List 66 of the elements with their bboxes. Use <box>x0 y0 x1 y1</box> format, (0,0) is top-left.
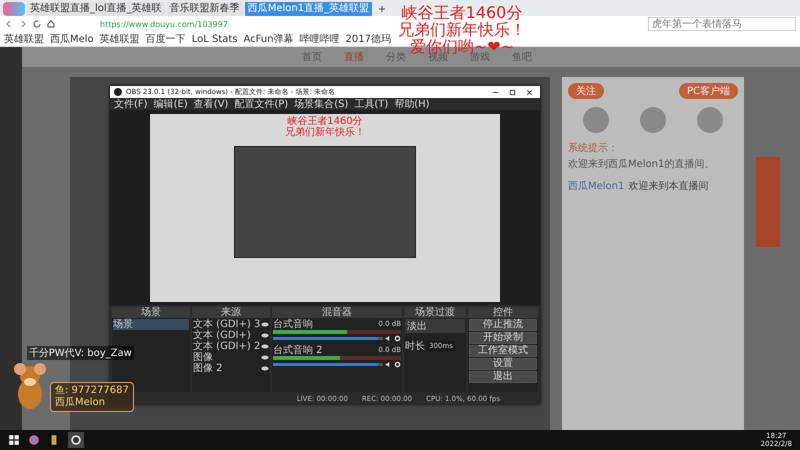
obs-app-icon[interactable] <box>68 432 84 448</box>
card-text: 西瓜Melon <box>55 397 106 409</box>
notice-text: 欢迎来到西瓜Melon1的直播间。 <box>568 158 716 171</box>
card-text: 鱼: 977277687 <box>55 385 129 396</box>
browser-tab[interactable]: 英雄联盟直播_lol直播_英雄联 <box>27 2 165 16</box>
channel-name: 台式音响 <box>273 319 313 330</box>
bookmark-link[interactable]: 百度一下 <box>146 32 186 46</box>
menu-item[interactable]: 工具(T) <box>354 97 388 111</box>
bookmark-link[interactable]: 哔哩哔哩 <box>300 32 340 46</box>
bookmark-link[interactable]: LoL Stats <box>192 34 238 44</box>
transition-dropdown[interactable]: 淡出 <box>405 319 465 333</box>
control-button[interactable]: 停止推流 <box>469 319 537 331</box>
dock-title: 混音器 <box>272 307 402 318</box>
dock-title: 场景 <box>112 307 190 318</box>
avatar-icon <box>696 107 723 133</box>
channel-name: 台式音响 2 <box>273 345 323 356</box>
refresh-icon[interactable] <box>32 19 42 29</box>
address-field[interactable]: https://www.douyu.com/103997 <box>60 20 400 28</box>
settings-icon[interactable] <box>394 335 401 342</box>
browser-tab[interactable]: 音乐联盟新春季 <box>166 2 243 16</box>
control-button[interactable]: 工作室模式 <box>469 345 537 357</box>
bookmark-link[interactable]: 英雄联盟 <box>100 32 140 46</box>
source-item[interactable]: 图像 <box>193 352 213 363</box>
avatar-icon <box>583 107 610 133</box>
source-item[interactable]: 文本 (GDI+) 3 <box>193 319 260 330</box>
menu-item[interactable]: 配置文件(P) <box>234 97 288 111</box>
preview-overlay-text: 兄弟们新年快乐！ <box>285 126 365 138</box>
dock-title: 控件 <box>468 307 538 318</box>
menu-item[interactable]: 编辑(E) <box>154 97 188 111</box>
control-button[interactable]: 开始录制 <box>469 332 537 344</box>
browser-logo-icon[interactable] <box>3 2 25 16</box>
bookmark-link[interactable]: 西瓜Melo <box>50 32 94 46</box>
close-icon[interactable] <box>526 88 533 96</box>
dock-title: 场景过渡 <box>404 307 466 318</box>
dock-title: 来源 <box>192 307 270 318</box>
browser-app-icon[interactable] <box>28 434 40 446</box>
follow-button[interactable]: 关注 <box>568 83 604 99</box>
bookmark-link[interactable]: 2017德玛 <box>346 32 391 46</box>
plus-icon[interactable] <box>378 5 386 13</box>
duration-label: 时长 <box>405 340 425 353</box>
settings-icon[interactable] <box>394 361 401 368</box>
source-item[interactable]: 图像 2 <box>193 363 223 374</box>
client-download-button[interactable]: PC客户端 <box>678 83 738 99</box>
control-button[interactable]: 设置 <box>469 358 537 370</box>
chat-message: 欢迎来到本直播间 <box>628 180 708 193</box>
preview-overlay-text: 峡谷王者1460分 <box>286 116 364 126</box>
menu-item[interactable]: 文件(F) <box>114 97 148 111</box>
obs-logo-icon <box>114 88 122 96</box>
menu-item[interactable]: 查看(V) <box>194 97 228 111</box>
windows-start-icon[interactable] <box>8 434 20 446</box>
home-icon[interactable] <box>46 19 56 29</box>
stream-overlay-text: 峡谷王者1460分 <box>402 4 522 21</box>
menu-item[interactable]: 帮助(H) <box>394 97 430 111</box>
stream-overlay-text: 兄弟们新年快乐！ <box>398 21 526 38</box>
bookmark-link[interactable]: AcFun弹幕 <box>243 32 294 46</box>
notice-label: 系统提示： <box>568 142 619 155</box>
menu-item[interactable]: 场景集合(S) <box>294 97 348 111</box>
source-item[interactable]: 文本 (GDI+) 2 <box>193 341 260 352</box>
avatar-icon <box>640 107 666 133</box>
stream-caption: 千分PW代V: boy_Zaw <box>26 346 134 360</box>
search-field[interactable]: 虎年第一个表情落马 <box>648 17 796 31</box>
source-item[interactable]: 文本 (GDI+) <box>193 330 251 341</box>
maximize-icon[interactable] <box>509 88 516 96</box>
bookmark-link[interactable]: 英雄联盟 <box>4 32 44 46</box>
scene-item[interactable]: 场景 <box>113 319 189 330</box>
control-button[interactable]: 退出 <box>469 371 537 383</box>
